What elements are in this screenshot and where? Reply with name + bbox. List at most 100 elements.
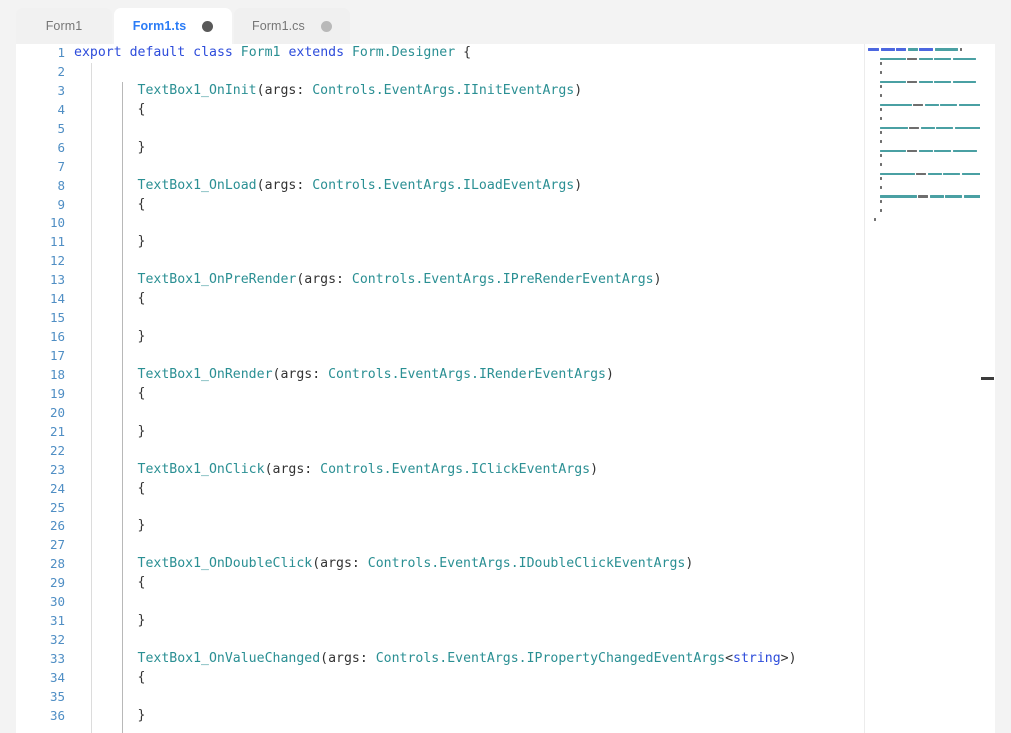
minimap-token bbox=[940, 104, 957, 107]
minimap-token bbox=[881, 48, 895, 51]
minimap-token bbox=[907, 81, 917, 84]
code-line[interactable]: TextBox1_OnRender(args: Controls.EventAr… bbox=[74, 366, 880, 385]
minimap-line bbox=[865, 172, 980, 177]
code-token: string bbox=[733, 651, 781, 666]
minimap-token bbox=[964, 195, 980, 198]
code-token: (args: bbox=[320, 651, 376, 666]
line-number: 1 bbox=[16, 44, 74, 63]
code-line[interactable]: } bbox=[74, 423, 880, 442]
code-line[interactable] bbox=[74, 688, 880, 707]
code-token bbox=[344, 45, 352, 60]
minimap-token bbox=[880, 186, 882, 189]
code-token: >) bbox=[781, 651, 797, 666]
code-line[interactable] bbox=[74, 309, 880, 328]
code-line[interactable]: export default class Form1 extends Form.… bbox=[74, 44, 880, 63]
unsaved-dot-icon[interactable] bbox=[202, 21, 213, 32]
code-token: ) bbox=[606, 367, 614, 382]
minimap-token bbox=[880, 209, 882, 212]
code-line[interactable] bbox=[74, 120, 880, 139]
code-line[interactable]: } bbox=[74, 517, 880, 536]
line-number: 23 bbox=[16, 461, 74, 480]
minimap-line bbox=[865, 195, 980, 200]
minimap-token bbox=[919, 58, 933, 61]
minimap-token bbox=[909, 127, 919, 130]
code-line[interactable]: TextBox1_OnClick(args: Controls.EventArg… bbox=[74, 461, 880, 480]
minimap-token bbox=[919, 48, 933, 51]
code-token: Form1 bbox=[241, 45, 281, 60]
code-token: { bbox=[74, 102, 145, 117]
code-line[interactable] bbox=[74, 536, 880, 555]
code-token: { bbox=[455, 45, 471, 60]
code-line[interactable]: TextBox1_OnDoubleClick(args: Controls.Ev… bbox=[74, 555, 880, 574]
code-token: Controls.EventArgs.IInitEventArgs bbox=[312, 83, 574, 98]
code-line[interactable]: { bbox=[74, 290, 880, 309]
line-number: 16 bbox=[16, 328, 74, 347]
code-editor[interactable]: 1234567891011121314151617181920212223242… bbox=[16, 44, 995, 733]
line-number: 26 bbox=[16, 517, 74, 536]
code-line[interactable] bbox=[74, 347, 880, 366]
code-token bbox=[74, 462, 138, 477]
line-number: 3 bbox=[16, 82, 74, 101]
tab-form1-cs[interactable]: Form1.cs bbox=[234, 8, 350, 44]
minimap-token bbox=[925, 104, 939, 107]
minimap-token bbox=[880, 127, 908, 130]
code-token bbox=[122, 45, 130, 60]
minimap-token bbox=[918, 195, 928, 198]
code-line[interactable] bbox=[74, 63, 880, 82]
minimap-line bbox=[865, 149, 980, 154]
code-token: (args: bbox=[296, 272, 352, 287]
code-line[interactable] bbox=[74, 404, 880, 423]
code-line[interactable]: TextBox1_OnPreRender(args: Controls.Even… bbox=[74, 271, 880, 290]
tab-form1[interactable]: Form1 bbox=[16, 8, 112, 44]
code-line[interactable]: { bbox=[74, 385, 880, 404]
vertical-scrollbar[interactable] bbox=[980, 44, 995, 733]
code-line[interactable] bbox=[74, 252, 880, 271]
minimap-token bbox=[934, 150, 951, 153]
code-line[interactable] bbox=[74, 499, 880, 518]
code-line[interactable]: { bbox=[74, 669, 880, 688]
minimap[interactable] bbox=[864, 44, 980, 733]
line-number-gutter: 1234567891011121314151617181920212223242… bbox=[16, 44, 74, 733]
code-token: } bbox=[74, 329, 145, 344]
code-surface[interactable]: export default class Form1 extends Form.… bbox=[74, 44, 880, 733]
line-number: 31 bbox=[16, 612, 74, 631]
code-token: } bbox=[74, 424, 145, 439]
minimap-token bbox=[934, 58, 951, 61]
minimap-token bbox=[936, 127, 953, 130]
code-line[interactable] bbox=[74, 631, 880, 650]
code-token: ) bbox=[574, 83, 582, 98]
code-line[interactable]: } bbox=[74, 139, 880, 158]
code-line[interactable]: } bbox=[74, 707, 880, 726]
code-token: (args: bbox=[265, 462, 321, 477]
unsaved-dot-icon[interactable] bbox=[321, 21, 332, 32]
code-token: Form.Designer bbox=[352, 45, 455, 60]
code-token: TextBox1_OnLoad bbox=[138, 178, 257, 193]
tab-form1-ts[interactable]: Form1.ts bbox=[114, 8, 232, 44]
code-line[interactable]: { bbox=[74, 196, 880, 215]
code-line[interactable] bbox=[74, 593, 880, 612]
code-line[interactable]: } bbox=[74, 328, 880, 347]
minimap-token bbox=[868, 48, 879, 51]
code-token bbox=[233, 45, 241, 60]
code-line[interactable]: TextBox1_OnInit(args: Controls.EventArgs… bbox=[74, 82, 880, 101]
line-number: 17 bbox=[16, 347, 74, 366]
code-line[interactable]: { bbox=[74, 101, 880, 120]
code-token: ) bbox=[590, 462, 598, 477]
line-number: 15 bbox=[16, 309, 74, 328]
code-line[interactable]: TextBox1_OnLoad(args: Controls.EventArgs… bbox=[74, 177, 880, 196]
code-line[interactable] bbox=[74, 158, 880, 177]
minimap-token bbox=[953, 81, 976, 84]
code-line[interactable]: TextBox1_OnValueChanged(args: Controls.E… bbox=[74, 650, 880, 669]
code-line[interactable]: { bbox=[74, 574, 880, 593]
code-token: TextBox1_OnDoubleClick bbox=[138, 556, 313, 571]
minimap-token bbox=[874, 218, 876, 221]
code-line[interactable]: { bbox=[74, 480, 880, 499]
line-number: 18 bbox=[16, 366, 74, 385]
minimap-token bbox=[907, 58, 917, 61]
code-line[interactable]: } bbox=[74, 612, 880, 631]
minimap-token bbox=[880, 85, 882, 88]
minimap-token bbox=[943, 173, 960, 176]
code-line[interactable] bbox=[74, 442, 880, 461]
code-line[interactable] bbox=[74, 214, 880, 233]
code-line[interactable]: } bbox=[74, 233, 880, 252]
